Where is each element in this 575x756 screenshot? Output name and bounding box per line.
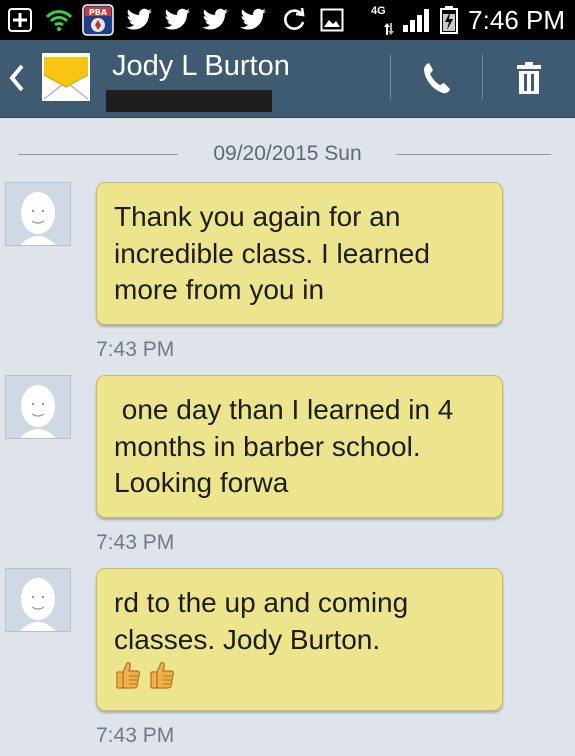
thumbs-up-icon (150, 662, 174, 689)
contact-name: Jody L Burton (112, 50, 290, 82)
envelope-icon (42, 53, 90, 101)
twitter-icon (162, 6, 192, 34)
date-separator: 09/20/2015 Sun (0, 142, 575, 166)
status-bar: PBA 4G 7:46 PM (0, 0, 575, 40)
back-button[interactable] (6, 62, 28, 99)
data-activity-icon (384, 22, 394, 36)
header-divider (390, 54, 391, 100)
add-notification-icon (6, 6, 34, 34)
redacted-phone-number (106, 90, 272, 112)
message-timestamp: 7:43 PM (96, 338, 175, 361)
image-icon (318, 6, 346, 34)
phone-icon (424, 63, 450, 94)
battery-icon (438, 6, 460, 34)
contact-avatar[interactable] (5, 568, 71, 632)
twitter-icon (200, 6, 230, 34)
signal-icon (400, 6, 434, 34)
svg-text:PBA: PBA (89, 8, 108, 17)
message-timestamp: 7:43 PM (96, 531, 175, 554)
conversation-header: Jody L Burton (0, 40, 575, 118)
contact-avatar[interactable] (5, 182, 71, 246)
emoji-row (114, 660, 490, 690)
header-divider (482, 54, 483, 100)
date-label: 09/20/2015 Sun (205, 142, 370, 165)
message-text: Thank you again for an incredible class.… (114, 201, 430, 305)
sync-icon (280, 6, 308, 34)
thumbs-up-icon (116, 662, 140, 689)
delete-button[interactable] (494, 56, 564, 100)
message-bubble[interactable]: one day than I learned in 4 months in ba… (96, 375, 503, 518)
wifi-icon (44, 6, 74, 34)
network-type: 4G (371, 5, 386, 17)
message-thread[interactable]: 09/20/2015 Sun Thank you again for an in… (0, 118, 575, 756)
message-text: one day than I learned in 4 months in ba… (114, 394, 454, 498)
twitter-icon (238, 6, 268, 34)
pba-app-icon: PBA (82, 4, 114, 36)
message-timestamp: 7:43 PM (96, 724, 175, 747)
contact-avatar[interactable] (5, 375, 71, 439)
twitter-icon (124, 6, 154, 34)
message-bubble[interactable]: Thank you again for an incredible class.… (96, 182, 503, 325)
call-button[interactable] (402, 56, 472, 100)
message-bubble[interactable]: rd to the up and coming classes. Jody Bu… (96, 568, 503, 711)
status-time: 7:46 PM (468, 5, 565, 35)
message-text: rd to the up and coming classes. Jody Bu… (114, 587, 409, 655)
trash-icon (517, 62, 541, 94)
